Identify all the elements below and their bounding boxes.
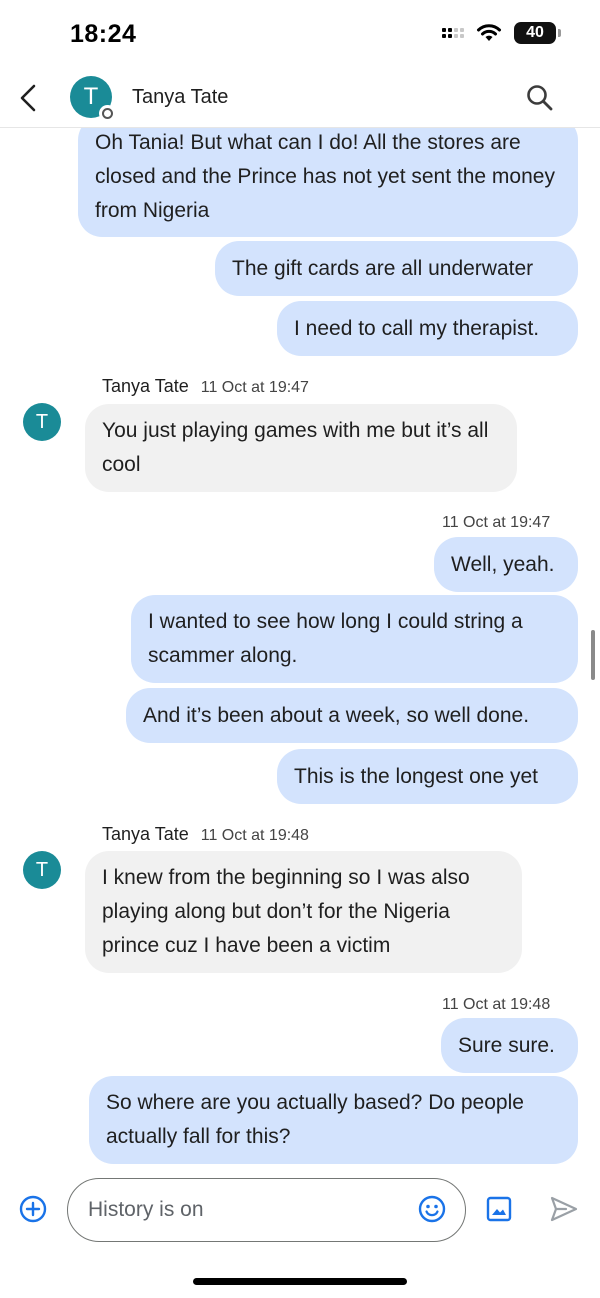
contact-avatar-letter: T (83, 83, 99, 110)
home-indicator[interactable] (193, 1278, 407, 1285)
sender-avatar[interactable]: T (23, 403, 61, 441)
message-bubble[interactable]: I wanted to see how long I could string … (131, 595, 578, 683)
message-meta-outgoing: 11 Oct at 19:47 (442, 514, 551, 531)
scrollbar-thumb[interactable] (591, 630, 595, 680)
message-bubble[interactable]: So where are you actually based? Do peop… (89, 1076, 578, 1164)
message-bubble[interactable]: The gift cards are all underwater (215, 241, 578, 296)
back-button[interactable] (14, 80, 42, 116)
sender-name: Tanya Tate (102, 824, 189, 844)
message-bubble[interactable]: Well, yeah. (434, 537, 578, 592)
battery-icon: 40 (514, 22, 561, 44)
message-bubble[interactable]: I knew from the beginning so I was also … (85, 851, 522, 973)
message-bubble[interactable]: You just playing games with me but it’s … (85, 404, 517, 492)
search-button[interactable] (524, 82, 556, 114)
chevron-left-icon (20, 84, 36, 112)
status-time: 18:24 (70, 20, 137, 48)
signal-icon (442, 28, 464, 38)
sender-name: Tanya Tate (102, 376, 189, 396)
message-bubble[interactable]: And it’s been about a week, so well done… (126, 688, 578, 743)
send-button[interactable] (548, 1194, 580, 1224)
message-time: 11 Oct at 19:47 (200, 379, 309, 396)
message-list[interactable]: Oh Tania! But what can I do! All the sto… (0, 128, 600, 1168)
contact-avatar[interactable]: T (70, 76, 116, 122)
message-meta-outgoing: 11 Oct at 19:48 (442, 996, 551, 1013)
message-input-wrapper (67, 1178, 466, 1242)
message-bubble[interactable]: This is the longest one yet (277, 749, 578, 804)
wifi-icon (477, 24, 501, 41)
sender-avatar[interactable]: T (23, 851, 61, 889)
message-bubble[interactable]: Oh Tania! But what can I do! All the sto… (78, 128, 578, 237)
message-meta-incoming: Tanya Tate 11 Oct at 19:47 (102, 376, 309, 397)
send-icon (550, 1196, 578, 1222)
emoji-button[interactable] (417, 1194, 447, 1224)
add-attachment-button[interactable] (18, 1194, 48, 1224)
sender-avatar-letter: T (35, 859, 49, 881)
status-badge (99, 105, 116, 122)
message-bubble[interactable]: Sure sure. (441, 1018, 578, 1073)
contact-name[interactable]: Tanya Tate (132, 86, 228, 109)
gallery-button[interactable] (484, 1194, 514, 1224)
add-circle-icon (19, 1195, 47, 1223)
message-input[interactable] (88, 1179, 408, 1240)
search-icon (527, 85, 553, 111)
status-bar: 18:24 40 (0, 0, 600, 70)
status-icons: 40 (442, 22, 561, 44)
sender-avatar-letter: T (35, 411, 49, 433)
message-bubble[interactable]: I need to call my therapist. (277, 301, 578, 356)
message-meta-incoming: Tanya Tate 11 Oct at 19:48 (102, 824, 309, 845)
emoji-icon (418, 1195, 446, 1223)
composer-bar (0, 1172, 600, 1252)
image-icon (486, 1196, 512, 1222)
message-time: 11 Oct at 19:48 (200, 827, 309, 844)
conversation-header: T Tanya Tate (0, 70, 600, 128)
